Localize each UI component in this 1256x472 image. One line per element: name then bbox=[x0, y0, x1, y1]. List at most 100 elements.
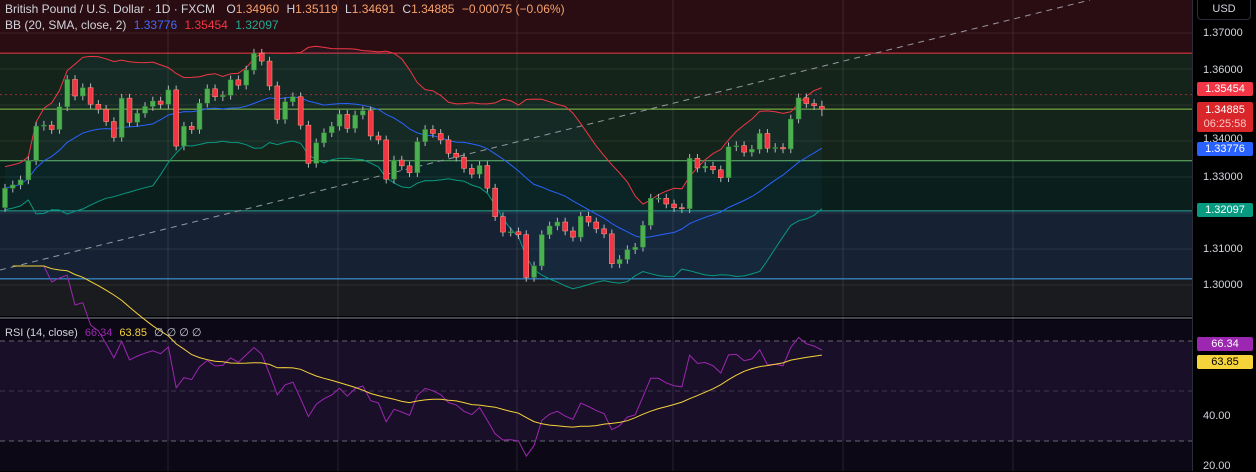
price-tick: 1.33000 bbox=[1203, 171, 1243, 183]
candle-body bbox=[243, 69, 249, 86]
bb-lower-value: 1.32097 bbox=[235, 18, 279, 32]
price-tick: 1.31000 bbox=[1203, 243, 1243, 255]
candle-body bbox=[274, 85, 281, 120]
candle-body bbox=[87, 87, 94, 105]
candle-body bbox=[554, 221, 561, 227]
rsi-tick: 20.00 bbox=[1203, 460, 1231, 472]
bb-legend[interactable]: BB (20, SMA, close, 2) 1.33776 1.35454 1… bbox=[5, 18, 283, 32]
candle-body bbox=[507, 231, 514, 233]
candle-body bbox=[647, 197, 654, 226]
candle-body bbox=[41, 124, 47, 127]
candle-body bbox=[414, 141, 421, 173]
candle-body bbox=[609, 233, 615, 265]
price-tick: 1.37000 bbox=[1203, 27, 1243, 39]
candle-body bbox=[430, 129, 436, 134]
candle-body bbox=[10, 184, 16, 189]
candle-body bbox=[305, 124, 312, 164]
candle-body bbox=[33, 125, 39, 162]
bb-basis-tag: 1.33776 bbox=[1197, 142, 1253, 156]
candle-body bbox=[367, 110, 374, 137]
candle-body bbox=[562, 221, 568, 232]
candle-body bbox=[266, 60, 273, 87]
candle-body bbox=[165, 89, 172, 105]
candle-body bbox=[2, 187, 8, 208]
change-value: −0.00075 (−0.06%) bbox=[461, 2, 565, 16]
candle-body bbox=[663, 197, 670, 205]
rsi-tick: 40.00 bbox=[1203, 410, 1231, 422]
candle-body bbox=[539, 234, 545, 267]
candle-body bbox=[336, 114, 343, 127]
candle-body bbox=[251, 52, 257, 71]
rsi-tag: 66.34 bbox=[1197, 337, 1253, 351]
symbol-title: British Pound / U.S. Dollar · 1D · FXCM bbox=[5, 2, 216, 16]
close-label: C bbox=[402, 2, 412, 16]
candle-body bbox=[718, 169, 724, 178]
candle-body bbox=[399, 159, 405, 167]
candle-body bbox=[686, 158, 693, 209]
bb-lower-tag: 1.32097 bbox=[1197, 203, 1253, 217]
candle-body bbox=[72, 79, 78, 97]
candle-body bbox=[671, 203, 677, 208]
candle-body bbox=[258, 52, 265, 62]
candle-body bbox=[469, 168, 475, 175]
candle-body bbox=[546, 225, 553, 235]
candle-body bbox=[157, 100, 164, 105]
candle-body bbox=[134, 113, 141, 123]
bb-upper-tag: 1.35454 bbox=[1197, 82, 1253, 96]
candle-body bbox=[515, 231, 522, 235]
price-tick: 1.36000 bbox=[1203, 64, 1243, 76]
candle-body bbox=[679, 207, 685, 209]
candle-body bbox=[173, 89, 179, 147]
chart-canvas[interactable] bbox=[0, 0, 1192, 471]
bb-upper-value: 1.35454 bbox=[184, 18, 228, 32]
candle-body bbox=[118, 97, 125, 138]
candle-body bbox=[25, 160, 32, 181]
high-label: H bbox=[286, 2, 296, 16]
rsi-legend[interactable]: RSI (14, close) 66.34 63.85 ∅ ∅ ∅ ∅ bbox=[5, 326, 206, 339]
candle-body bbox=[142, 106, 148, 114]
candle-body bbox=[453, 152, 459, 158]
candle-body bbox=[313, 142, 319, 164]
candle-body bbox=[126, 97, 133, 123]
candle-body bbox=[204, 88, 211, 104]
currency-button[interactable]: USD bbox=[1197, 0, 1251, 20]
rsi-extra-values: ∅ ∅ ∅ ∅ bbox=[154, 327, 202, 339]
price-axis[interactable]: USD 1.37000 1.36000 1.34000 1.33000 1.31… bbox=[1192, 0, 1256, 472]
candle-body bbox=[756, 133, 763, 150]
last-price: 1.34885 bbox=[1205, 104, 1245, 116]
candle-body bbox=[375, 135, 382, 141]
candle-body bbox=[764, 133, 771, 149]
rsi-ma-value: 63.85 bbox=[119, 327, 147, 339]
candle-body bbox=[624, 249, 631, 260]
candle-body bbox=[811, 103, 817, 106]
candle-body bbox=[795, 97, 802, 120]
candle-body bbox=[492, 187, 498, 217]
candle-body bbox=[297, 96, 304, 126]
candle-body bbox=[484, 165, 491, 189]
candle-body bbox=[48, 124, 55, 130]
candle-body bbox=[56, 106, 63, 130]
low-value: 1.34691 bbox=[351, 2, 396, 16]
candle-body bbox=[80, 87, 86, 97]
candle-body bbox=[103, 109, 109, 122]
candle-body bbox=[282, 101, 288, 120]
candle-body bbox=[227, 79, 234, 96]
candle-body bbox=[220, 95, 226, 97]
candle-body bbox=[725, 146, 732, 178]
open-label: O bbox=[226, 2, 236, 16]
candle-body bbox=[17, 179, 24, 186]
candle-body bbox=[422, 129, 428, 142]
candle-body bbox=[694, 158, 701, 169]
candle-body bbox=[196, 102, 203, 130]
candle-body bbox=[360, 110, 366, 116]
candle-body bbox=[570, 230, 576, 238]
candle-body bbox=[819, 106, 825, 110]
candle-body bbox=[531, 265, 537, 278]
candle-body bbox=[445, 139, 452, 154]
candle-body bbox=[593, 221, 600, 230]
bar-countdown: 06:25:58 bbox=[1203, 118, 1247, 130]
rsi-ma-tag: 63.85 bbox=[1197, 355, 1253, 369]
low-label: L bbox=[345, 2, 352, 16]
close-value: 1.34885 bbox=[411, 2, 455, 16]
candle-body bbox=[601, 228, 607, 235]
